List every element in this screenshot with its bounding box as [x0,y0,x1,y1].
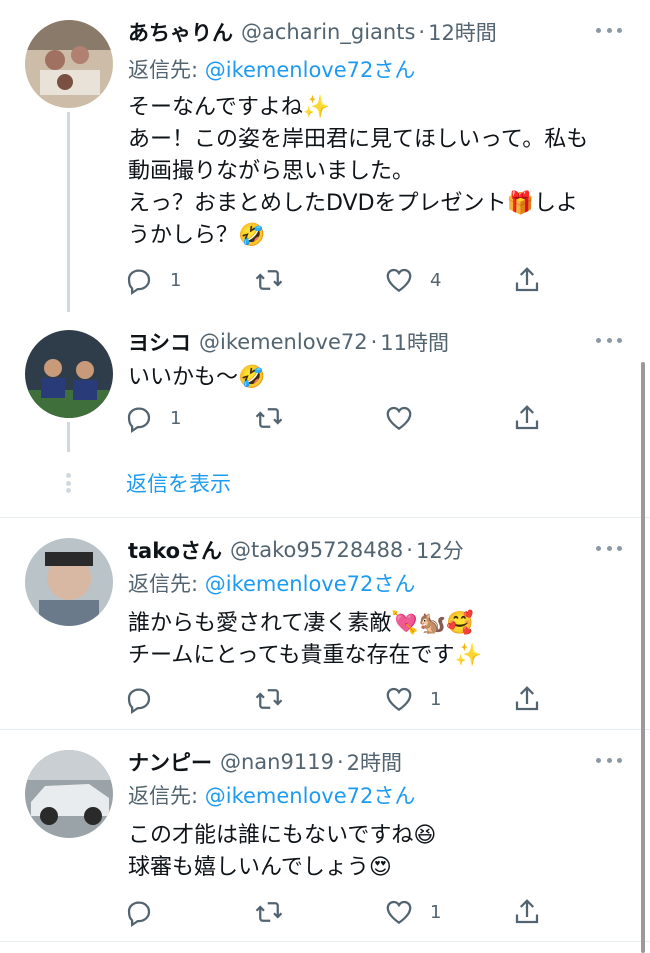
display-name[interactable]: あちゃりん [128,17,233,47]
tweet-header: ナンピー @nan9119 · 2時間 [128,744,650,780]
avatar[interactable] [25,330,113,418]
share-icon [515,267,539,292]
action-bar: 1 [124,400,554,436]
like-button[interactable] [384,400,430,436]
more-icon[interactable] [596,546,622,556]
like-count: 1 [430,688,442,710]
reply-to-line: 返信先: @ikemenlove72さん [128,568,415,598]
avatar[interactable] [25,20,113,108]
tweet-text: そーなんですよね✨ あー！この姿を岸田君に見てほしいって。私も 動画撮りながら思… [128,95,589,248]
like-icon [386,900,412,924]
reply-to-line: 返信先: @ikemenlove72さん [128,780,415,810]
like-icon [386,687,412,711]
separator-dot: · [336,750,344,774]
display-name[interactable]: takoさん [128,535,222,565]
tweet-header: ヨシコ @ikemenlove72 · 11時間 [128,324,650,360]
reply-count: 1 [170,407,182,429]
like-button[interactable]: 1 [384,681,441,717]
display-name[interactable]: ナンピー [128,747,212,777]
tweet-header: あちゃりん @acharin_giants · 12時間 [128,14,650,50]
reply-count: 1 [170,269,182,291]
share-button[interactable] [512,400,542,436]
tweet-text: いいかも〜🤣 [128,365,266,390]
share-button[interactable] [512,681,542,717]
thread-line [67,112,70,312]
retweet-icon [255,902,283,922]
show-replies-link[interactable]: 返信を表示 [126,468,231,498]
user-handle[interactable]: @acharin_giants [241,20,415,44]
like-count: 4 [430,269,442,291]
timestamp[interactable]: 12時間 [428,17,497,47]
avatar[interactable] [25,750,113,838]
share-button[interactable] [512,262,542,298]
avatar[interactable] [25,538,113,626]
display-name[interactable]: ヨシコ [128,327,191,357]
divider [0,941,650,942]
share-icon [515,686,539,711]
more-icon[interactable] [596,758,622,768]
reply-button[interactable] [124,894,170,930]
action-bar: 1 4 [124,262,554,298]
reply-button[interactable] [124,681,170,717]
retweet-button[interactable] [254,262,300,298]
tweet-text: この才能は誰にもないですね😆 球審も嬉しいんでしょう😍 [128,823,437,880]
tweet-text: 誰からも愛されて凄く素敵💘🐿️🥰 チームにとっても貴重な存在です✨ [128,611,482,668]
reply-to-label: 返信先: [128,784,205,808]
timestamp[interactable]: 2時間 [347,747,402,777]
thread-line [67,422,70,452]
share-icon [515,899,539,924]
reply-to-label: 返信先: [128,572,205,596]
reply-button[interactable]: 1 [124,400,181,436]
reply-to-line: 返信先: @ikemenlove72さん [128,54,415,84]
like-icon [386,406,412,430]
action-bar: 1 [124,894,554,930]
like-button[interactable]: 4 [384,262,441,298]
separator-dot: · [418,20,426,44]
reply-to-label: 返信先: [128,58,205,82]
more-icon[interactable] [596,28,622,38]
reply-icon [127,269,151,295]
reply-icon [127,901,151,927]
share-button[interactable] [512,894,542,930]
user-handle[interactable]: @ikemenlove72 [199,330,368,354]
separator-dot: · [406,538,413,562]
retweet-button[interactable] [254,400,300,436]
more-icon[interactable] [596,338,622,348]
tweet-header: takoさん @tako95728488 · 12分 [128,532,650,568]
reply-to-mention[interactable]: @ikemenlove72さん [205,572,416,596]
reply-icon [127,688,151,714]
divider [0,517,650,518]
scrollbar[interactable] [641,362,645,953]
user-handle[interactable]: @nan9119 [220,750,334,774]
timestamp[interactable]: 12分 [416,535,464,565]
retweet-button[interactable] [254,894,300,930]
action-bar: 1 [124,681,554,717]
separator-dot: · [370,330,378,354]
retweet-icon [255,689,283,709]
divider [0,729,650,730]
share-icon [515,405,539,430]
more-replies-dots [66,473,72,493]
retweet-button[interactable] [254,681,300,717]
like-button[interactable]: 1 [384,894,441,930]
like-icon [386,268,412,292]
retweet-icon [255,270,283,290]
user-handle[interactable]: @tako95728488 [230,538,403,562]
reply-to-mention[interactable]: @ikemenlove72さん [205,784,416,808]
reply-icon [127,407,151,433]
timestamp[interactable]: 11時間 [380,327,449,357]
retweet-icon [255,408,283,428]
like-count: 1 [430,901,442,923]
reply-to-mention[interactable]: @ikemenlove72さん [205,58,416,82]
reply-button[interactable]: 1 [124,262,181,298]
